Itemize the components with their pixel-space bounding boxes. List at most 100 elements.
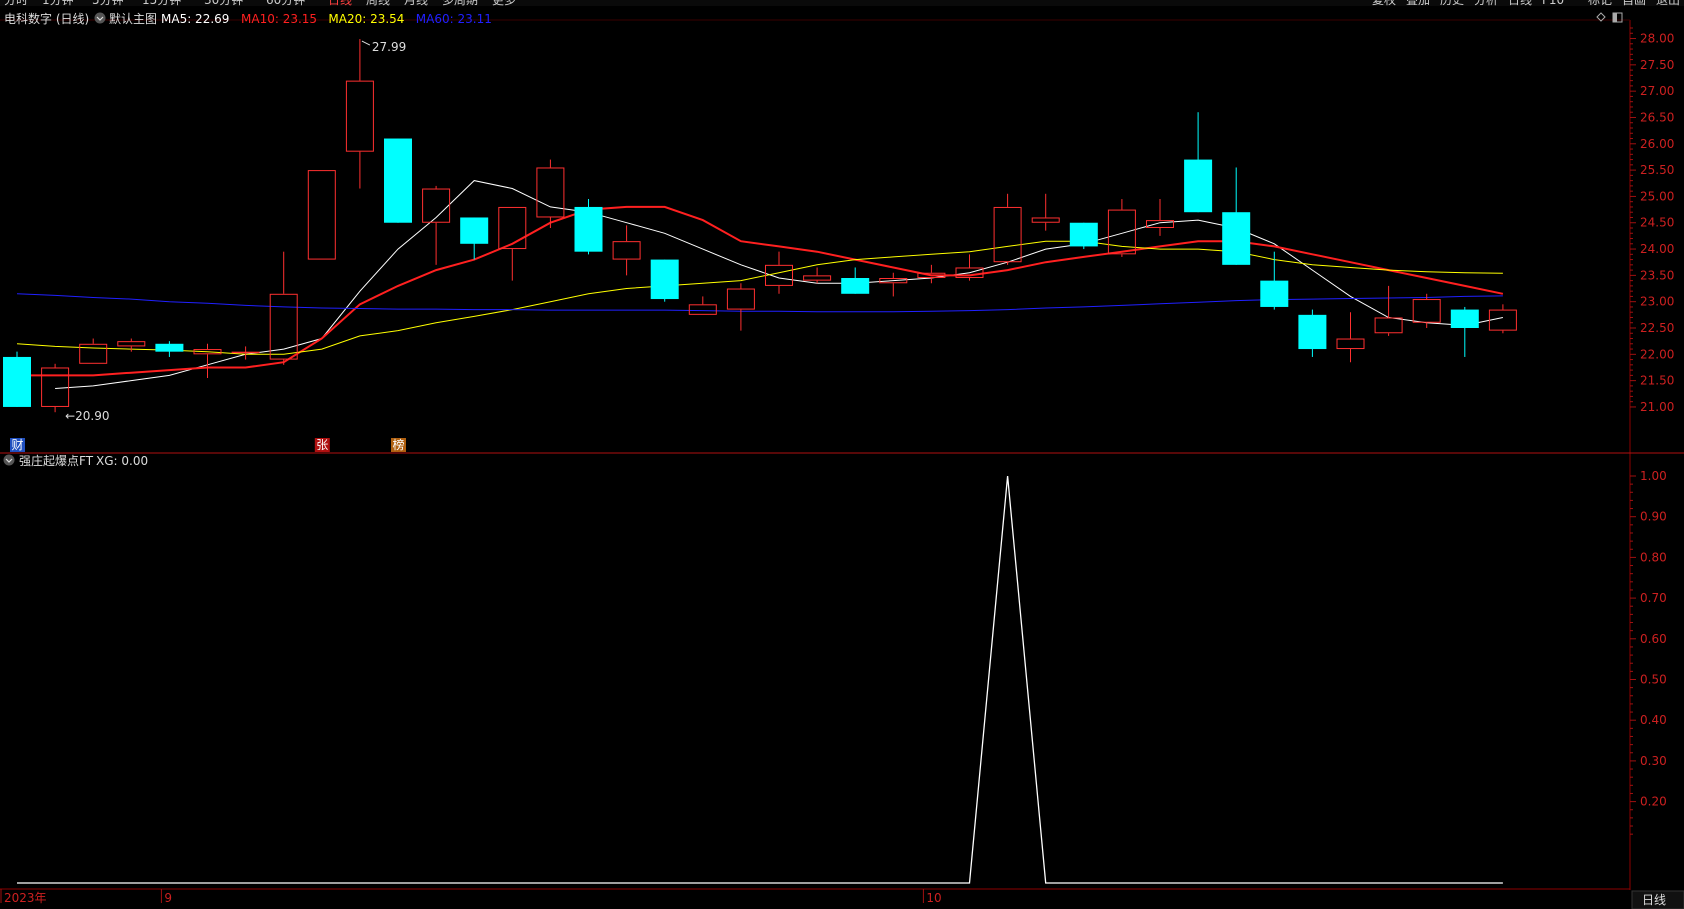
tab-1[interactable]: 1分钟 [42,0,74,7]
tab-6[interactable]: 日线 [328,0,352,7]
price-tick-label: 22.00 [1640,347,1674,361]
tab-8[interactable]: 月线 [404,0,428,7]
price-tick-label: 26.00 [1640,137,1674,151]
tab-4[interactable]: 30分钟 [204,0,243,7]
price-tick-label: 26.50 [1640,110,1674,124]
candle[interactable] [688,296,717,315]
price-tick-label: 24.00 [1640,242,1674,256]
tab-10[interactable]: 更多 [492,0,516,7]
candle[interactable] [307,170,336,260]
indicator-line [17,475,1503,884]
candle-body-up [498,206,527,250]
toolbar-right[interactable]: 复权 叠加 历史 分析 日线 F10 标记 自画 退出 [1372,0,1680,7]
time-label: 2023年 [4,891,47,905]
candle[interactable] [803,267,832,284]
candle[interactable] [612,225,641,276]
price-tick-label: 21.50 [1640,374,1674,388]
toolbar-button-5[interactable]: F10 [1542,0,1564,7]
template-selector[interactable]: 默认主图 [94,11,158,26]
candle[interactable] [155,341,184,357]
toolbar-button-8[interactable]: 退出 [1656,0,1680,7]
candle[interactable] [1298,309,1327,357]
candle[interactable] [574,199,603,255]
candle-body-up [803,275,832,281]
candle[interactable] [1450,306,1479,357]
candle-body-down [1450,309,1479,328]
indicator-title: 强庄起爆点FT [19,453,94,468]
candle-body-up [1031,217,1060,223]
ma-legend: MA5: 22.69 MA10: 23.15 MA20: 23.54 MA60: 23… [161,12,492,26]
candle[interactable] [1336,312,1365,363]
top-toolbar: 分时 1分钟 5分钟 15分钟 30分钟 60分钟 日线 周线 月线 多周期 更多 复权 叠加 历史 分析… [0,0,1684,7]
candle-body-down [650,259,679,300]
event-marker[interactable]: 财 [10,438,25,452]
tab-2[interactable]: 5分钟 [92,0,124,7]
candle[interactable] [1222,167,1251,265]
toolbar-button-3[interactable]: 分析 [1474,0,1498,7]
tab-3[interactable]: 15分钟 [142,0,181,7]
main-panel-header: 电科数字 (日线) 默认主图 MA5: 22.69 MA10: 23.15 MA20… [4,11,1623,26]
price-tick-label: 21.00 [1640,400,1674,414]
ind-tick-label: 0.30 [1640,754,1667,768]
candle[interactable] [79,338,108,364]
stock-chart[interactable]: 分时 1分钟 5分钟 15分钟 30分钟 60分钟 日线 周线 月线 多周期 更多 复权 叠加 历史 分析… [0,0,1684,909]
candlesticks[interactable] [3,39,1517,413]
candle[interactable] [1184,112,1213,213]
event-markers[interactable]: 财张榜 [10,437,406,452]
event-marker[interactable]: 榜 [391,437,406,452]
candle[interactable] [231,346,260,360]
candle-body-up [1488,309,1517,331]
candle[interactable] [1146,199,1174,236]
candle[interactable] [879,272,908,297]
candle[interactable] [460,217,489,260]
candle-body-down [155,343,184,352]
toolbar-button-0[interactable]: 复权 [1372,0,1396,7]
time-label: 9 [164,891,172,905]
price-tick-label: 23.50 [1640,268,1674,282]
marker-label: 榜 [393,437,405,452]
candle[interactable] [536,159,565,228]
panel-window-icons[interactable] [1596,12,1623,23]
candle[interactable] [3,351,31,407]
toolbar-button-7[interactable]: 自画 [1622,0,1646,7]
indicator-selector[interactable] [3,454,15,466]
candle[interactable] [650,259,679,302]
toolbar-button-2[interactable]: 历史 [1440,0,1464,7]
candle[interactable] [993,193,1022,265]
ind-tick-label: 0.50 [1640,673,1667,687]
marker-label: 张 [316,438,328,452]
candle[interactable] [1488,304,1517,334]
toolbar-button-4[interactable]: 日线 [1508,0,1532,7]
period-button[interactable]: 日线 [1631,890,1684,909]
candle[interactable] [1374,285,1403,336]
candle[interactable] [841,267,870,294]
event-marker[interactable]: 张 [314,438,330,452]
tab-0[interactable]: 分时 [4,0,28,7]
price-tick-label: 24.50 [1640,216,1674,230]
candle[interactable] [726,283,755,331]
toolbar-button-6[interactable]: 标记 [1588,0,1612,7]
ma-label-2: MA20: 23.54 [328,12,404,26]
tab-5[interactable]: 60分钟 [266,0,305,7]
ma-label-3: MA60: 23.11 [416,12,492,26]
price-tick-label: 27.50 [1640,58,1674,72]
candle[interactable] [1069,222,1098,250]
candle-body-up [765,264,793,286]
candle[interactable] [955,254,984,281]
candle-body-up [1412,299,1441,323]
candle[interactable] [269,251,298,365]
tab-7[interactable]: 周线 [366,0,390,7]
candle-body-up [536,167,565,218]
candle-body-up [993,206,1022,263]
ind-tick-label: 0.70 [1640,591,1667,605]
time-axis: 2023年 9 10 [0,889,942,905]
candle[interactable] [1031,193,1060,231]
candle[interactable] [1107,199,1136,257]
candle[interactable] [384,138,412,223]
candle[interactable] [1260,251,1289,310]
candle[interactable] [345,39,374,189]
toolbar-button-1[interactable]: 叠加 [1406,0,1430,7]
tab-9[interactable]: 多周期 [442,0,478,7]
candle[interactable] [193,343,222,378]
candle[interactable] [1412,293,1441,328]
